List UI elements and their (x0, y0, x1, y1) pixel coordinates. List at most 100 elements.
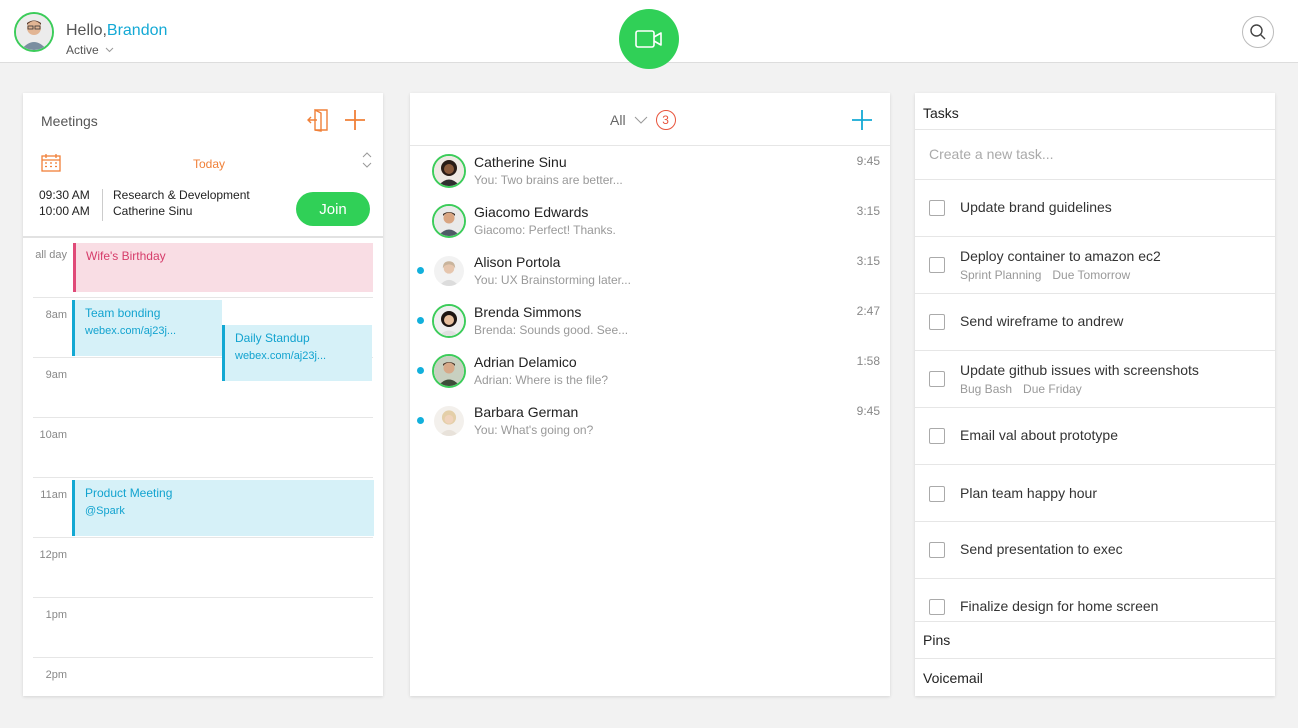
greeting-text: Hello, (66, 22, 107, 39)
new-task-input[interactable] (915, 130, 1275, 178)
meetings-title: Meetings (41, 113, 98, 129)
contact-name: Brenda Simmons (474, 304, 582, 320)
chevron-down-icon (105, 47, 114, 53)
task-checkbox[interactable] (929, 428, 945, 444)
search-button[interactable] (1242, 16, 1274, 48)
event-location: @Spark (85, 505, 125, 517)
calendar-icon[interactable] (41, 154, 61, 177)
message-preview: You: Two brains are better... (474, 173, 623, 187)
message-time: 9:45 (856, 404, 880, 418)
hour-line (33, 537, 373, 538)
task-meta: Bug Bash Due Friday (960, 382, 1082, 396)
hour-label-8am: 8am (45, 309, 67, 321)
task-item[interactable]: Deploy container to amazon ec2 Sprint Pl… (915, 237, 1275, 293)
plus-icon (852, 110, 872, 130)
chevron-up-icon[interactable] (362, 152, 372, 158)
event-title: Daily Standup (235, 331, 310, 345)
voicemail-section-header[interactable]: Voicemail (915, 658, 1275, 696)
calendar-event[interactable]: Team bonding webex.com/aj23j... (72, 300, 222, 356)
person-icon (434, 356, 464, 386)
add-meeting-button[interactable] (343, 108, 367, 137)
join-button[interactable]: Join (296, 192, 370, 226)
conversation-item[interactable]: Catherine Sinu You: Two brains are bette… (410, 147, 890, 197)
hour-line (33, 477, 373, 478)
hour-label-2pm: 2pm (45, 669, 67, 681)
video-camera-icon (635, 30, 662, 48)
task-label: Update brand guidelines (960, 199, 1112, 215)
contact-name: Alison Portola (474, 254, 561, 270)
user-avatar[interactable] (14, 12, 54, 52)
task-checkbox[interactable] (929, 486, 945, 502)
task-item[interactable]: Email val about prototype (915, 408, 1275, 464)
task-project: Bug Bash (960, 382, 1013, 396)
task-label: Deploy container to amazon ec2 (960, 248, 1161, 264)
message-preview: You: What's going on? (474, 423, 594, 437)
task-item[interactable]: Plan team happy hour (915, 465, 1275, 521)
task-project: Sprint Planning (960, 268, 1042, 282)
contact-avatar (432, 404, 466, 438)
unread-count-badge: 3 (655, 110, 676, 130)
start-video-call-button[interactable] (619, 9, 679, 69)
task-checkbox[interactable] (929, 257, 945, 273)
chevron-down-icon[interactable] (362, 162, 372, 168)
pins-section-header[interactable]: Pins (915, 621, 1275, 658)
message-time: 9:45 (856, 154, 880, 168)
filter-label: All (610, 112, 626, 128)
meeting-nav-arrows[interactable] (362, 152, 372, 168)
task-checkbox[interactable] (929, 371, 945, 387)
task-label: Email val about prototype (960, 427, 1118, 443)
unread-indicator (417, 267, 424, 274)
hour-line (33, 417, 373, 418)
task-item[interactable]: Send wireframe to andrew (915, 294, 1275, 350)
conversation-item[interactable]: Barbara German You: What's going on? 9:4… (410, 397, 890, 447)
task-item[interactable]: Send presentation to exec (915, 522, 1275, 578)
task-label: Finalize design for home screen (960, 598, 1159, 614)
plus-icon (345, 110, 365, 130)
chevron-down-icon (634, 116, 647, 124)
hour-label-11am: 11am (40, 489, 67, 501)
message-preview: Adrian: Where is the file? (474, 373, 609, 387)
task-checkbox[interactable] (929, 542, 945, 558)
message-preview: Brenda: Sounds good. See... (474, 323, 629, 337)
contact-avatar (432, 154, 466, 188)
tasks-title: Tasks (923, 105, 959, 121)
task-label: Plan team happy hour (960, 485, 1097, 501)
person-icon (434, 256, 464, 286)
unread-indicator (417, 417, 424, 424)
hour-label-12pm: 12pm (39, 549, 67, 561)
person-icon (434, 206, 464, 236)
conversation-filter-dropdown[interactable]: All 3 (610, 110, 676, 130)
event-link: webex.com/aj23j... (85, 325, 177, 337)
contact-name: Adrian Delamico (474, 354, 577, 370)
task-label: Update github issues with screenshots (960, 362, 1199, 378)
message-time: 1:58 (856, 354, 880, 368)
status-dropdown[interactable]: Active (66, 43, 114, 57)
conversation-item[interactable]: Giacomo Edwards Giacomo: Perfect! Thanks… (410, 197, 890, 247)
event-title: Product Meeting (85, 486, 173, 500)
new-conversation-button[interactable] (850, 108, 874, 137)
unread-indicator (417, 317, 424, 324)
task-due: Due Friday (1023, 382, 1082, 396)
tasks-panel: Tasks Update brand guidelines Deploy con… (915, 93, 1275, 696)
calendar-event[interactable]: Wife's Birthday (73, 243, 373, 292)
task-checkbox[interactable] (929, 599, 945, 615)
task-checkbox[interactable] (929, 200, 945, 216)
task-item[interactable]: Update brand guidelines (915, 180, 1275, 236)
hour-label-10am: 10am (39, 429, 67, 441)
task-meta: Sprint Planning Due Tomorrow (960, 268, 1130, 282)
hour-line (33, 597, 373, 598)
conversation-item[interactable]: Adrian Delamico Adrian: Where is the fil… (410, 347, 890, 397)
meeting-end-time: 10:00 AM (39, 204, 90, 218)
search-icon (1250, 24, 1266, 40)
contact-name: Barbara German (474, 404, 579, 420)
conversation-item[interactable]: Brenda Simmons Brenda: Sounds good. See.… (410, 297, 890, 347)
leave-meeting-button[interactable] (307, 108, 329, 137)
exit-door-icon (307, 108, 328, 132)
meeting-host: Catherine Sinu (113, 204, 193, 218)
calendar-event[interactable]: Product Meeting @Spark (72, 480, 374, 536)
task-item[interactable]: Update github issues with screenshots Bu… (915, 351, 1275, 407)
calendar-event[interactable]: Daily Standup webex.com/aj23j... (222, 325, 372, 381)
task-checkbox[interactable] (929, 314, 945, 330)
conversation-item[interactable]: Alison Portola You: UX Brainstorming lat… (410, 247, 890, 297)
meetings-panel: Meetings Today 09:30 AM 10:00 AM Researc… (23, 93, 383, 696)
